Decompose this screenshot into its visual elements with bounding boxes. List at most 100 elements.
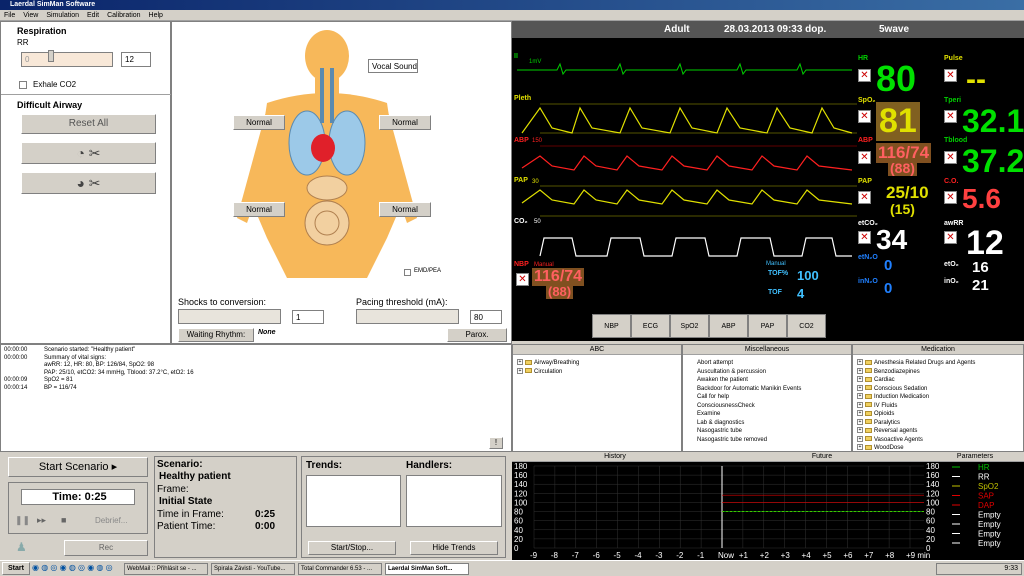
tree-item[interactable]: Nasogastric tube removed [687,436,847,445]
pacing-value-field[interactable]: 80 [470,310,502,324]
tree-item[interactable]: Backdoor for Automatic Manikin Events [687,385,847,394]
tree-item[interactable]: ConsciousnessCheck [687,402,847,411]
x-tick-label: -3 [655,551,663,560]
menu-file[interactable]: File [4,12,15,19]
exhale-co2-checkbox[interactable] [19,81,27,89]
expand-icon[interactable]: + [857,435,863,442]
tree-item[interactable]: Lab & diagnostics [687,419,847,428]
log-text: awRR: 12, HR: 80, BP: 126/84, SpO2: 98 [44,362,155,368]
airway-tongue-button[interactable]: ◔ ✂ [21,142,156,164]
fast-forward-icon[interactable]: ▸▸ [37,515,46,526]
airway-obstruction-button[interactable]: ◕ ✂ [21,172,156,194]
tree-item[interactable]: + Paralytics [857,418,1019,428]
vocal-sound-button[interactable]: Vocal Sound [368,59,418,73]
expand-icon[interactable]: + [857,444,863,451]
tab-nbp[interactable]: NBP [592,314,631,338]
task-webmail[interactable]: WebMail :: Přihlásit se - ... [124,563,208,575]
tree-item[interactable]: + Circulation [517,367,677,377]
hr-alarm-icon[interactable]: ✕ [858,69,871,82]
pap-alarm-icon[interactable]: ✕ [858,191,871,204]
expand-icon[interactable]: + [857,359,863,366]
tab-ecg[interactable]: ECG [631,314,670,338]
tree-item[interactable]: + Cardiac [857,376,1019,385]
tree-item[interactable]: + Opioids [857,410,1019,419]
tree-item-label: Benzodiazepines [874,368,920,375]
tree-item[interactable]: + Conscious Sedation [857,384,1019,394]
status-lungs-left[interactable]: Normal [233,115,285,130]
reset-all-button[interactable]: Reset All [21,114,156,134]
tree-item[interactable]: + IV Fluids [857,401,1019,411]
menu-help[interactable]: Help [149,12,163,19]
handlers-list[interactable] [406,475,502,527]
pause-icon[interactable]: ❚❚ [15,515,30,526]
expand-icon[interactable]: + [857,410,863,417]
expand-icon[interactable]: + [857,393,863,400]
task-youtube[interactable]: Spirala Závisti - YouTube... [211,563,295,575]
tree-item[interactable]: Call for help [687,393,847,402]
task-simman[interactable]: Laerdal SimMan Soft... [385,563,469,575]
tree-item[interactable]: Abort attempt [687,359,847,368]
etco2-alarm-icon[interactable]: ✕ [858,231,871,244]
menu-view[interactable]: View [23,12,38,19]
expand-icon[interactable]: + [857,401,863,408]
status-lungs-right[interactable]: Normal [379,115,431,130]
rec-button[interactable]: Rec [64,540,148,556]
tree-item[interactable]: Awaken the patient [687,376,847,385]
tab-pap[interactable]: PAP [748,314,787,338]
task-total-commander[interactable]: Total Commander 6.53 - ... [298,563,382,575]
stop-icon[interactable]: ■ [61,515,66,525]
start-scenario-button[interactable]: Start Scenario ▸ [8,457,148,477]
expand-icon[interactable]: + [517,359,523,366]
menu-edit[interactable]: Edit [87,12,99,19]
nbp-alarm-icon[interactable]: ✕ [516,273,529,286]
tab-spo2[interactable]: SpO2 [670,314,709,338]
debrief-button[interactable]: Debrief... [95,516,127,525]
tree-item[interactable]: Examine [687,410,847,419]
expand-icon[interactable]: + [857,376,863,383]
rr-value-field[interactable]: 12 [121,52,151,67]
trends-list[interactable] [306,475,401,527]
pacing-slider[interactable] [356,309,459,324]
pulse-alarm-icon[interactable]: ✕ [944,69,957,82]
tree-item[interactable]: + Induction Medication [857,393,1019,402]
awrr-alarm-icon[interactable]: ✕ [944,231,957,244]
menu-calibration[interactable]: Calibration [107,12,140,19]
parox-button[interactable]: Parox. [447,328,507,342]
menu-simulation[interactable]: Simulation [46,12,79,19]
tree-item[interactable]: + Anesthesia Related Drugs and Agents [857,359,1019,368]
tab-abp[interactable]: ABP [709,314,748,338]
quick-launch-icons[interactable]: ◉ ◍ ◎ ◉ ◍ ◎ ◉ ◍ ◎ [32,563,113,572]
expand-icon[interactable]: + [857,384,863,391]
rr-slider-thumb[interactable] [48,50,54,62]
tab-co2[interactable]: CO2 [787,314,826,338]
tblood-alarm-icon[interactable]: ✕ [944,151,957,164]
hide-trends-button[interactable]: Hide Trends [410,541,498,555]
med-tree-panel: Medication + Anesthesia Related Drugs and… [852,344,1024,452]
co-alarm-icon[interactable]: ✕ [944,191,957,204]
tree-item[interactable]: + Benzodiazepines [857,367,1019,377]
emd-pea-checkbox[interactable] [404,269,411,276]
status-abdomen-left[interactable]: Normal [233,202,285,217]
expand-icon[interactable]: + [857,427,863,434]
status-abdomen-right[interactable]: Normal [379,202,431,217]
tperi-alarm-icon[interactable]: ✕ [944,110,957,123]
shocks-value-field[interactable]: 1 [292,310,324,324]
shocks-slider[interactable] [178,309,281,324]
start-button[interactable]: Start [2,562,30,575]
tof-mode: Manual [766,261,786,267]
tree-item[interactable]: + Airway/Breathing [517,359,677,368]
expand-icon[interactable]: + [857,367,863,374]
expand-icon[interactable]: + [517,367,523,374]
tree-item[interactable]: + Reversal agents [857,427,1019,436]
abp-alarm-icon[interactable]: ✕ [858,151,871,164]
tree-item[interactable]: Nasogastric tube [687,427,847,436]
start-stop-button[interactable]: Start/Stop... [308,541,396,555]
waiting-rhythm-button[interactable]: Waiting Rhythm: [178,328,254,342]
tree-item[interactable]: + Vasoactive Agents [857,435,1019,445]
log-alert-button[interactable]: ! [489,437,503,449]
spo2-alarm-icon[interactable]: ✕ [858,110,871,123]
tree-item[interactable]: Auscultation & percussion [687,368,847,377]
expand-icon[interactable]: + [857,418,863,425]
event-log: 00:00:00 Scenario started: "Healthy patie… [0,344,512,452]
rr-slider[interactable]: 0 [21,50,113,67]
